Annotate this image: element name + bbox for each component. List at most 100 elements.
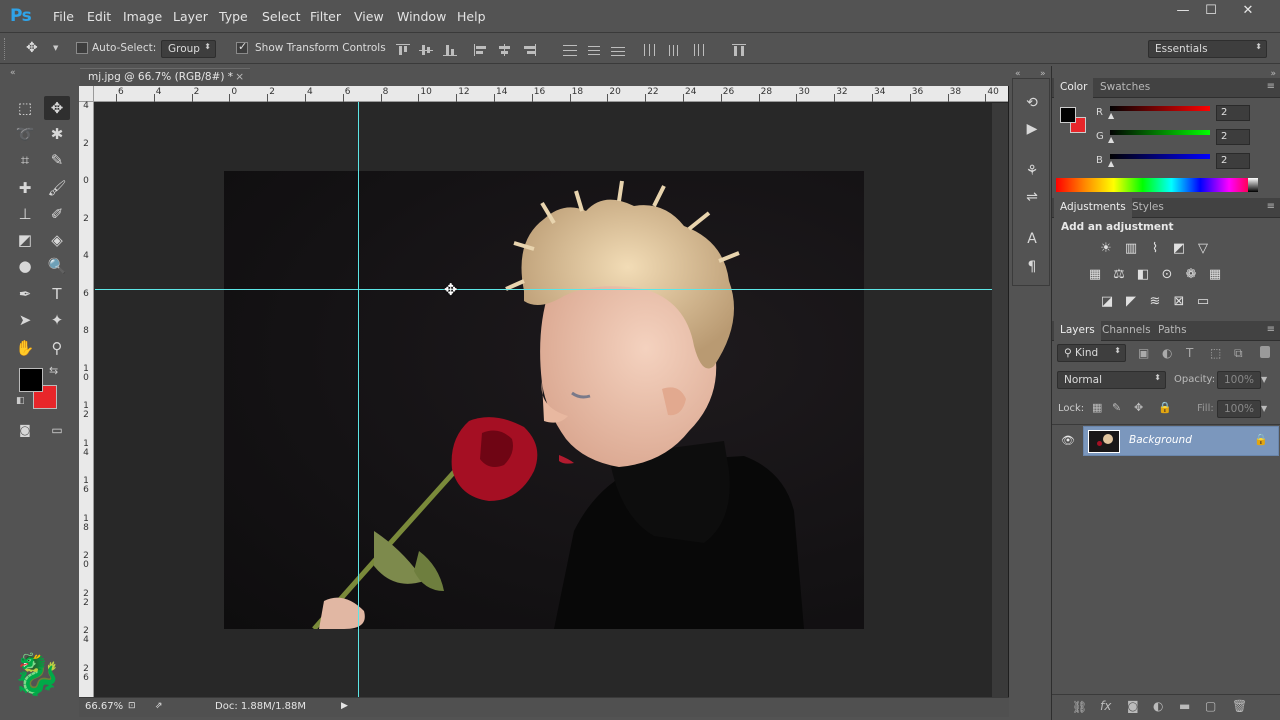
vertical-guide[interactable] (358, 102, 359, 698)
layer-row-background[interactable]: Background 🔒 (1083, 426, 1279, 456)
tab-swatches[interactable]: Swatches (1094, 81, 1156, 93)
brush-presets-icon[interactable]: ⚘ (1022, 163, 1042, 181)
clone-stamp-tool-icon[interactable]: ⊥ (12, 202, 38, 226)
color-lookup-icon[interactable]: ▦ (1206, 266, 1224, 284)
eraser-tool-icon[interactable]: ◩ (12, 228, 38, 252)
align-right-icon[interactable] (522, 44, 536, 56)
menu-filter[interactable]: Filter (310, 9, 341, 24)
visibility-eye-icon[interactable]: 👁 (1061, 434, 1075, 447)
menu-type[interactable]: Type (219, 9, 248, 24)
lock-image-icon[interactable]: ✎ (1112, 401, 1121, 414)
photo-filter-icon[interactable]: ⊙ (1158, 266, 1176, 284)
hand-tool-icon[interactable]: ✋ (12, 336, 38, 360)
ruler-origin[interactable] (79, 86, 94, 102)
distribute-right-icon[interactable] (691, 44, 705, 56)
foreground-color-swatch[interactable] (19, 368, 43, 392)
character-icon[interactable]: A (1022, 231, 1042, 249)
tab-styles[interactable]: Styles (1126, 201, 1170, 213)
align-left-icon[interactable] (474, 44, 488, 56)
distribute-top-icon[interactable] (563, 44, 577, 56)
tab-adjustments[interactable]: Adjustments (1054, 198, 1132, 218)
gradient-map-icon[interactable]: ▭ (1194, 293, 1212, 311)
auto-align-layers-icon[interactable] (732, 44, 746, 56)
move-tool-icon[interactable]: ✥ (44, 96, 70, 120)
g-slider-thumb[interactable]: ▲ (1108, 135, 1114, 144)
r-slider-thumb[interactable]: ▲ (1108, 111, 1114, 120)
swap-colors-icon[interactable]: ⇆ (49, 364, 58, 377)
show-transform-checkbox[interactable]: ✓ (236, 40, 248, 54)
blur-tool-icon[interactable]: ● (12, 254, 38, 278)
blend-mode-dropdown[interactable]: Normal ⬍ (1057, 371, 1166, 389)
distribute-vcenter-icon[interactable] (587, 44, 601, 56)
panel-menu-icon[interactable]: ≡ (1267, 324, 1275, 335)
new-group-icon[interactable]: ▬ (1179, 699, 1190, 713)
maximize-button[interactable]: ☐ (1197, 2, 1225, 20)
selective-color-icon[interactable]: ⊠ (1170, 293, 1188, 311)
quick-selection-tool-icon[interactable]: ✱ (44, 122, 70, 146)
menu-file[interactable]: File (53, 9, 74, 24)
filter-toggle[interactable] (1260, 346, 1270, 358)
filter-pixel-icon[interactable]: ▣ (1138, 346, 1149, 360)
fill-field[interactable]: 100% (1217, 400, 1261, 418)
delete-layer-icon[interactable]: 🗑 (1232, 699, 1247, 713)
tab-layers[interactable]: Layers (1054, 321, 1101, 341)
paragraph-icon[interactable]: ¶ (1022, 259, 1042, 277)
curves-icon[interactable]: ⌇ (1146, 240, 1164, 258)
new-adjustment-layer-icon[interactable]: ◐ (1153, 699, 1163, 713)
workspace-dropdown[interactable]: Essentials ⬍ (1148, 40, 1267, 58)
distribute-left-icon[interactable] (643, 44, 657, 56)
b-slider[interactable] (1110, 154, 1210, 159)
auto-select-target-dropdown[interactable]: Group ⬍ (161, 40, 216, 58)
crop-tool-icon[interactable]: ⌗ (12, 148, 38, 172)
shape-tool-icon[interactable]: ✦ (44, 308, 70, 332)
menu-window[interactable]: Window (397, 9, 446, 24)
screen-mode-icon[interactable]: ▭ (44, 418, 70, 442)
color-spectrum-ramp[interactable] (1056, 178, 1258, 192)
exposure-icon[interactable]: ◩ (1170, 240, 1188, 258)
quick-mask-icon[interactable]: ◙ (12, 418, 38, 442)
b-slider-thumb[interactable]: ▲ (1108, 159, 1114, 168)
vertical-ruler[interactable]: 4 2 0 2 4 6 8 1 0 1 2 1 4 1 6 1 8 2 0 2 2 2 4 2 6 (79, 102, 94, 697)
align-vcenter-icon[interactable] (419, 44, 433, 56)
b-value-field[interactable]: 2 (1216, 153, 1250, 169)
distribute-bottom-icon[interactable] (611, 44, 625, 56)
document-tab[interactable]: mj.jpg @ 66.7% (RGB/8#) * × (80, 68, 250, 86)
menu-image[interactable]: Image (123, 9, 162, 24)
fill-arrow-icon[interactable]: ▼ (1261, 404, 1267, 413)
zoom-level[interactable]: 66.67% (85, 701, 123, 712)
eyedropper-tool-icon[interactable]: ✎ (44, 148, 70, 172)
zoom-tool-icon[interactable]: ⚲ (44, 336, 70, 360)
color-balance-icon[interactable]: ⚖ (1110, 266, 1128, 284)
channel-mixer-icon[interactable]: ❁ (1182, 266, 1200, 284)
lock-all-icon[interactable]: 🔒 (1158, 401, 1172, 414)
close-tab-icon[interactable]: × (235, 71, 244, 83)
black-white-icon[interactable]: ◧ (1134, 266, 1152, 284)
paint-bucket-tool-icon[interactable]: ◈ (44, 228, 70, 252)
filter-smart-object-icon[interactable]: ⧉ (1234, 346, 1243, 361)
panel-menu-icon[interactable]: ≡ (1267, 81, 1275, 92)
spot-healing-tool-icon[interactable]: ✚ (12, 176, 38, 200)
filter-shape-icon[interactable]: ⬚ (1210, 346, 1221, 360)
fx-icon[interactable]: fx (1100, 699, 1111, 713)
panel-menu-icon[interactable]: ≡ (1267, 201, 1275, 212)
actions-play-icon[interactable]: ▶ (1022, 121, 1042, 139)
hue-saturation-icon[interactable]: ▦ (1086, 266, 1104, 284)
auto-select-checkbox[interactable] (76, 42, 88, 54)
layer-name[interactable]: Background (1129, 434, 1192, 446)
layer-lock-icon[interactable]: 🔒 (1254, 433, 1268, 446)
menu-view[interactable]: View (354, 9, 384, 24)
tool-preset-arrow-icon[interactable]: ▼ (53, 44, 58, 52)
align-hcenter-icon[interactable] (498, 44, 512, 56)
move-tool-icon[interactable]: ✥ (26, 40, 38, 56)
invert-icon[interactable]: ◪ (1098, 293, 1116, 311)
menu-layer[interactable]: Layer (173, 9, 208, 24)
lock-transparent-icon[interactable]: ▦ (1092, 401, 1102, 414)
type-tool-icon[interactable]: T (44, 282, 70, 306)
g-slider[interactable] (1110, 130, 1210, 135)
proof-icon[interactable]: ⊡ (128, 701, 136, 711)
threshold-icon[interactable]: ≋ (1146, 293, 1164, 311)
brush-tool-icon[interactable]: 🖌 (44, 176, 70, 200)
menu-select[interactable]: Select (262, 9, 301, 24)
color-foreground-swatch[interactable] (1060, 107, 1076, 123)
distribute-hcenter-icon[interactable] (667, 44, 681, 56)
